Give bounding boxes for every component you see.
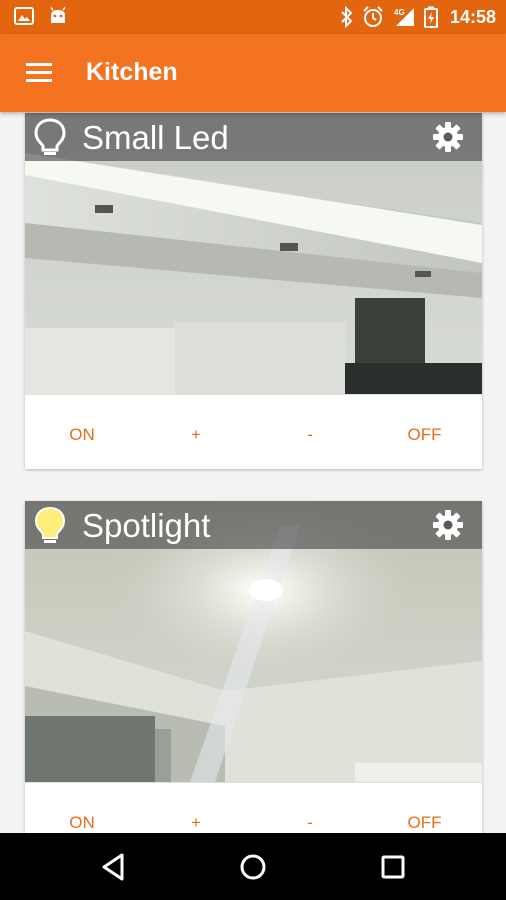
off-button[interactable]: OFF [367,783,482,833]
status-bar: 4G 14:58 [0,0,506,34]
recents-icon[interactable] [377,851,409,883]
card-actions: ON + - OFF [25,394,482,469]
image-icon [14,7,34,25]
app-bar: Kitchen [0,34,506,112]
signal-4g-icon: 4G [394,8,414,26]
page-title: Kitchen [86,58,178,86]
hamburger-menu-icon[interactable] [26,61,54,85]
notification-icons [14,7,68,25]
on-button[interactable]: ON [25,783,139,833]
brightness-down-button[interactable]: - [253,783,367,833]
system-navigation-bar [0,833,506,900]
card-header: Small Led [25,113,482,161]
android-icon [50,7,66,23]
card-header: Spotlight [25,501,482,549]
device-list[interactable]: Small Led ON + - OFF Spotlight ON + - OF… [0,112,506,833]
device-name: Small Led [82,119,229,156]
lightbulb-off-icon[interactable] [33,118,67,158]
bluetooth-icon [341,6,353,28]
off-button[interactable]: OFF [367,395,482,469]
lightbulb-on-icon[interactable] [33,506,67,546]
device-name: Spotlight [82,507,211,544]
home-icon[interactable] [237,851,269,883]
clock: 14:58 [449,6,496,27]
battery-charging-icon [423,6,438,28]
brightness-up-button[interactable]: + [139,783,253,833]
brightness-down-button[interactable]: - [253,395,367,469]
gear-icon[interactable] [432,121,464,153]
card-actions: ON + - OFF [25,782,482,833]
device-card-spotlight: Spotlight ON + - OFF [25,501,482,833]
alarm-icon [363,6,383,27]
camera-snapshot: Spotlight [25,501,482,782]
camera-snapshot: Small Led [25,113,482,394]
gear-icon[interactable] [432,509,464,541]
back-icon[interactable] [98,851,130,883]
brightness-up-button[interactable]: + [139,395,253,469]
device-card-small-led: Small Led ON + - OFF [25,113,482,469]
on-button[interactable]: ON [25,395,139,469]
svg-text:4G: 4G [394,8,405,17]
system-status-icons: 4G 14:58 [340,6,496,28]
